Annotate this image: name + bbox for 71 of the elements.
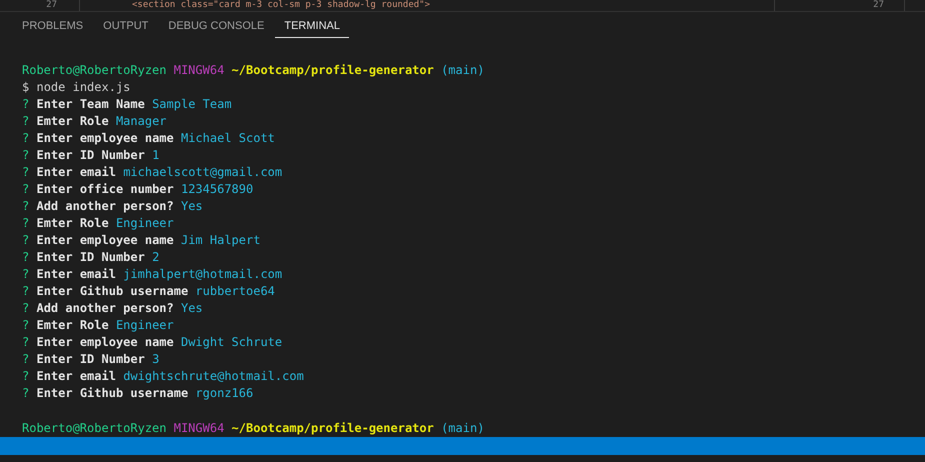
prompt-user: Roberto@RobertoRyzen xyxy=(22,63,166,77)
command-text: node index.js xyxy=(36,80,130,94)
answer-text: Engineer xyxy=(116,216,174,230)
question-label: Emter Role xyxy=(36,318,109,332)
question-label: Emter Role xyxy=(36,216,109,230)
answer-text: dwightschrute@hotmail.com xyxy=(123,369,304,383)
question-mark: ? xyxy=(22,233,30,247)
code-line: <section class="card m-3 col-sm p-3 shadow-lg rounded"> xyxy=(131,0,432,11)
question-label: Enter employee name xyxy=(36,335,174,349)
answer-text: 1234567890 xyxy=(180,182,254,196)
question-label: Add another person? xyxy=(36,301,174,315)
question-label: Enter office number xyxy=(36,182,174,196)
question-mark: ? xyxy=(22,352,30,366)
answer-text: Michael Scott xyxy=(180,131,275,145)
answer-text: Dwight Schrute xyxy=(180,335,282,349)
question-mark: ? xyxy=(22,131,30,145)
question-mark: ? xyxy=(22,386,30,400)
question-mark: ? xyxy=(22,199,30,213)
answer-text: 3 xyxy=(152,352,160,366)
question-label: Enter email xyxy=(36,267,116,281)
answer-text: rubbertoe64 xyxy=(195,284,275,298)
question-mark: ? xyxy=(22,335,30,349)
answer-text: Yes xyxy=(180,301,203,315)
answer-text: Jim Halpert xyxy=(180,233,260,247)
question-mark: ? xyxy=(22,182,30,196)
question-mark: ? xyxy=(22,318,30,332)
answer-text: 1 xyxy=(152,148,160,162)
prompt-path: ~/Bootcamp/profile-generator xyxy=(232,421,434,435)
prompt-system: MINGW64 xyxy=(174,63,224,77)
question-label: Enter employee name xyxy=(36,131,174,145)
question-label: Enter ID Number xyxy=(36,250,145,264)
prompt-user: Roberto@RobertoRyzen xyxy=(22,421,166,435)
answer-text: 2 xyxy=(152,250,160,264)
panel-tab[interactable]: TERMINAL xyxy=(275,16,349,38)
question-mark: ? xyxy=(22,284,30,298)
answer-text: Manager xyxy=(116,114,167,128)
question-label: Enter Github username xyxy=(36,386,188,400)
panel-tab[interactable]: DEBUG CONSOLE xyxy=(159,16,274,38)
panel-tab[interactable]: PROBLEMS xyxy=(13,16,92,38)
question-mark: ? xyxy=(22,301,30,315)
prompt-path: ~/Bootcamp/profile-generator xyxy=(232,63,434,77)
question-mark: ? xyxy=(22,250,30,264)
question-label: Enter email xyxy=(36,165,116,179)
prompt-system: MINGW64 xyxy=(174,421,224,435)
answer-text: Yes xyxy=(180,199,203,213)
answer-text: Engineer xyxy=(116,318,174,332)
answer-text: rgonz166 xyxy=(195,386,254,400)
question-mark: ? xyxy=(22,216,30,230)
question-label: Enter employee name xyxy=(36,233,174,247)
question-label: Enter Team Name xyxy=(36,97,145,111)
line-number: 27 xyxy=(774,0,904,11)
question-mark: ? xyxy=(22,148,30,162)
panel-tab[interactable]: OUTPUT xyxy=(94,16,158,38)
question-mark: ? xyxy=(22,267,30,281)
question-mark: ? xyxy=(22,369,30,383)
question-label: Enter ID Number xyxy=(36,352,145,366)
question-mark: ? xyxy=(22,114,30,128)
question-label: Add another person? xyxy=(36,199,174,213)
question-mark: ? xyxy=(22,97,30,111)
line-number: 27 xyxy=(0,0,80,11)
question-label: Enter Github username xyxy=(36,284,188,298)
prompt-symbol: $ xyxy=(22,80,30,94)
answer-text: jimhalpert@hotmail.com xyxy=(123,267,282,281)
prompt-branch: (main) xyxy=(441,63,484,77)
answer-text: Sample Team xyxy=(152,97,232,111)
question-label: Enter ID Number xyxy=(36,148,145,162)
prompt-branch: (main) xyxy=(441,421,484,435)
answer-text: michaelscott@gmail.com xyxy=(123,165,282,179)
question-label: Enter email xyxy=(36,369,116,383)
question-mark: ? xyxy=(22,165,30,179)
question-label: Emter Role xyxy=(36,114,109,128)
